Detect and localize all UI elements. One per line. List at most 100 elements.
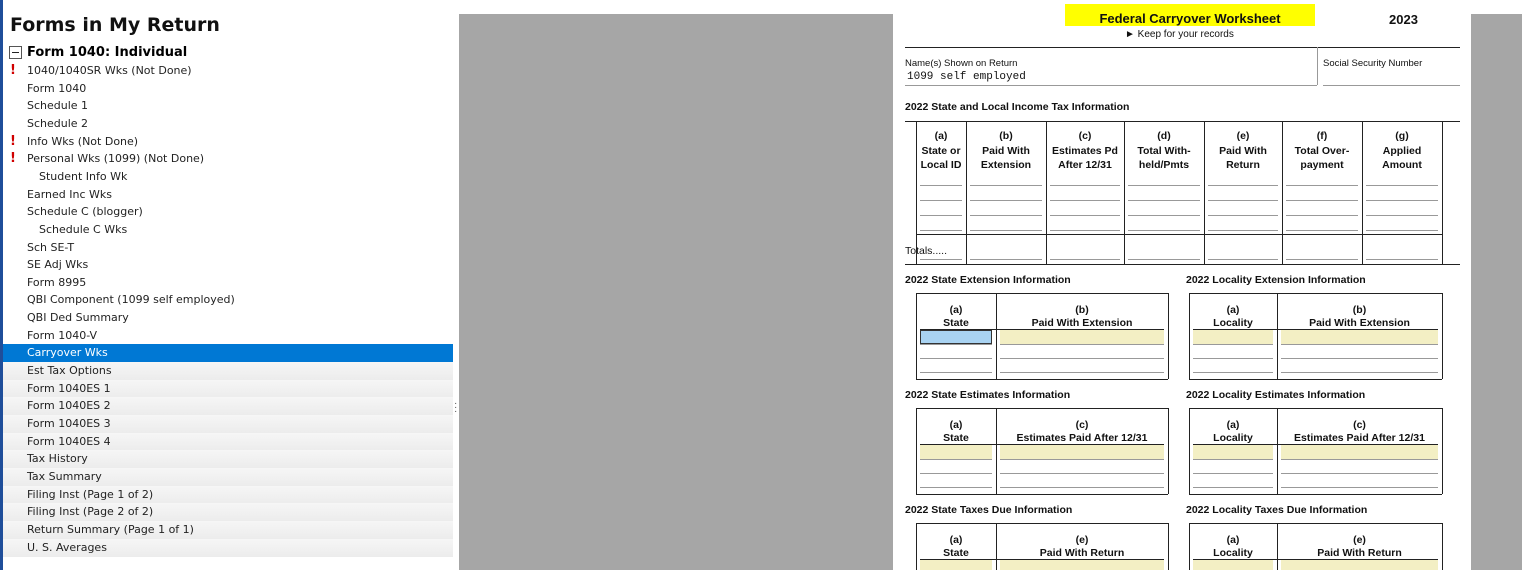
tree-item[interactable]: Filing Inst (Page 2 of 2) — [3, 503, 453, 522]
entry-field[interactable] — [920, 344, 992, 345]
entry-field[interactable] — [920, 445, 992, 459]
collapse-icon[interactable] — [9, 46, 22, 59]
entry-field[interactable] — [1286, 185, 1358, 186]
entry-field[interactable] — [1366, 230, 1438, 231]
entry-field[interactable] — [1281, 560, 1438, 570]
tree-item[interactable]: Earned Inc Wks — [3, 186, 453, 204]
entry-field[interactable] — [1000, 459, 1164, 460]
entry-field[interactable] — [1000, 445, 1164, 459]
splitter-handle[interactable]: · · · — [454, 399, 458, 417]
tree-item[interactable]: Form 1040ES 3 — [3, 415, 453, 433]
tree-item[interactable]: Tax Summary — [3, 467, 453, 486]
entry-field[interactable] — [1286, 259, 1358, 260]
tree-item[interactable]: Form 1040ES 1 — [3, 379, 453, 398]
entry-field[interactable] — [1193, 344, 1273, 345]
entry-field[interactable] — [970, 200, 1042, 201]
entry-field[interactable] — [920, 459, 992, 460]
tree-item[interactable]: Est Tax Options — [3, 362, 453, 381]
tree-item[interactable]: Return Summary (Page 1 of 1) — [3, 520, 453, 539]
tree-item[interactable]: Form 1040 — [3, 80, 453, 98]
entry-field[interactable] — [1281, 459, 1438, 460]
entry-field[interactable] — [1050, 259, 1120, 260]
tree-item[interactable]: Tax History — [3, 450, 453, 469]
entry-field[interactable] — [1281, 344, 1438, 345]
entry-field[interactable] — [1366, 185, 1438, 186]
entry-field[interactable] — [920, 259, 962, 260]
entry-field[interactable] — [1208, 200, 1278, 201]
entry-field[interactable] — [1128, 185, 1200, 186]
tree-item[interactable]: Schedule C (blogger) — [3, 203, 453, 221]
entry-field[interactable] — [920, 200, 962, 201]
tree-item[interactable]: Filing Inst (Page 1 of 2) — [3, 485, 453, 504]
entry-field[interactable] — [1050, 185, 1120, 186]
entry-field[interactable] — [1281, 330, 1438, 344]
entry-field[interactable] — [1366, 259, 1438, 260]
entry-field[interactable] — [920, 358, 992, 359]
tree-item[interactable]: Schedule 1 — [3, 97, 453, 115]
entry-field[interactable] — [1050, 200, 1120, 201]
entry-field[interactable] — [1281, 445, 1438, 459]
tree-item[interactable]: ! Info Wks (Not Done) — [3, 133, 453, 151]
tree-item[interactable]: Schedule C Wks — [3, 221, 453, 239]
tree-item[interactable]: Form 8995 — [3, 274, 453, 292]
entry-field[interactable] — [1366, 200, 1438, 201]
entry-field[interactable] — [1000, 560, 1164, 570]
tree-root[interactable]: Form 1040: Individual — [9, 45, 187, 60]
entry-field[interactable] — [1193, 473, 1273, 474]
entry-field[interactable] — [1193, 487, 1273, 488]
entry-field[interactable] — [1193, 560, 1273, 570]
tree-item[interactable]: U. S. Averages — [3, 538, 453, 557]
entry-field[interactable] — [1281, 372, 1438, 373]
tree-item[interactable]: ! Personal Wks (1099) (Not Done) — [3, 150, 453, 168]
entry-field[interactable] — [920, 372, 992, 373]
entry-field[interactable] — [1193, 330, 1273, 344]
entry-field[interactable] — [1193, 372, 1273, 373]
tree-item[interactable]: Sch SE-T — [3, 239, 453, 257]
entry-field[interactable] — [970, 230, 1042, 231]
entry-field[interactable] — [1193, 459, 1273, 460]
entry-field[interactable] — [1286, 200, 1358, 201]
entry-field[interactable] — [1193, 358, 1273, 359]
tree-item[interactable]: SE Adj Wks — [3, 256, 453, 274]
entry-field[interactable] — [1286, 215, 1358, 216]
entry-field[interactable] — [970, 185, 1042, 186]
tree-item[interactable]: Form 1040ES 2 — [3, 397, 453, 416]
entry-field[interactable] — [970, 259, 1042, 260]
entry-field[interactable] — [1366, 215, 1438, 216]
entry-field[interactable] — [920, 487, 992, 488]
entry-field[interactable] — [920, 560, 992, 570]
entry-field[interactable] — [1281, 487, 1438, 488]
entry-field[interactable] — [1193, 445, 1273, 459]
entry-field[interactable] — [1128, 259, 1200, 260]
entry-field[interactable] — [1050, 215, 1120, 216]
tree-item[interactable]: Form 1040ES 4 — [3, 432, 453, 451]
tree-item[interactable]: QBI Component (1099 self employed) — [3, 291, 453, 309]
tree-item[interactable]: ! 1040/1040SR Wks (Not Done) — [3, 62, 453, 80]
entry-field[interactable] — [1208, 259, 1278, 260]
entry-field[interactable] — [970, 215, 1042, 216]
tree-item[interactable]: Schedule 2 — [3, 115, 453, 133]
entry-field[interactable] — [1281, 358, 1438, 359]
entry-field[interactable] — [920, 473, 992, 474]
tree-item[interactable]: Student Info Wk — [3, 168, 453, 186]
state-input-active[interactable] — [920, 330, 992, 344]
entry-field[interactable] — [1208, 185, 1278, 186]
entry-field[interactable] — [1000, 487, 1164, 488]
entry-field[interactable] — [1050, 230, 1120, 231]
entry-field[interactable] — [1000, 344, 1164, 345]
names-value[interactable]: 1099 self employed — [907, 71, 1026, 83]
entry-field[interactable] — [920, 215, 962, 216]
entry-field[interactable] — [1128, 215, 1200, 216]
entry-field[interactable] — [1208, 230, 1278, 231]
entry-field[interactable] — [1000, 330, 1164, 344]
entry-field[interactable] — [920, 185, 962, 186]
entry-field[interactable] — [1000, 358, 1164, 359]
entry-field[interactable] — [1000, 473, 1164, 474]
entry-field[interactable] — [1000, 372, 1164, 373]
tree-item[interactable]: Carryover Wks — [3, 344, 453, 363]
entry-field[interactable] — [1281, 473, 1438, 474]
entry-field[interactable] — [1208, 215, 1278, 216]
entry-field[interactable] — [920, 230, 962, 231]
entry-field[interactable] — [1128, 230, 1200, 231]
entry-field[interactable] — [1128, 200, 1200, 201]
